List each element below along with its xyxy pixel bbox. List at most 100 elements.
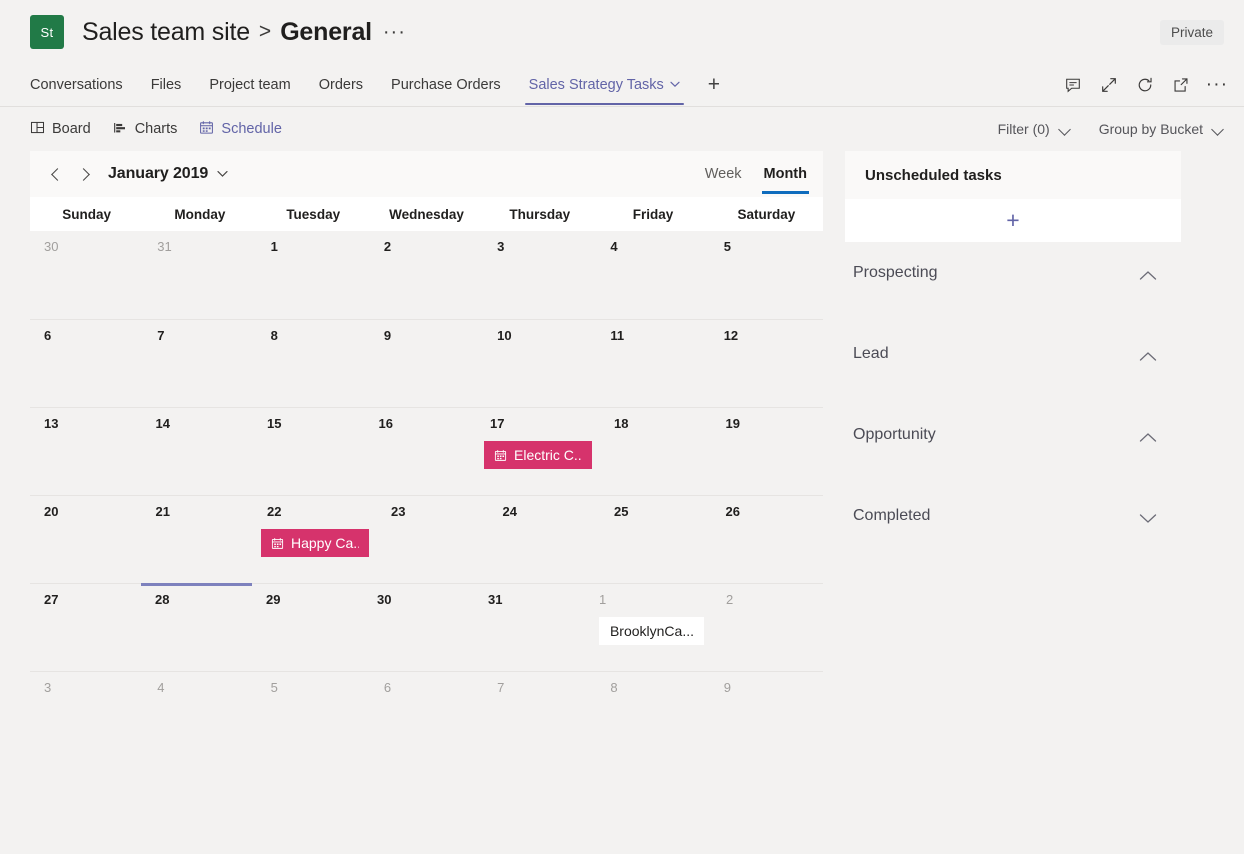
more-icon[interactable]: ··· xyxy=(1206,74,1228,96)
calendar-day-cell[interactable]: 23 xyxy=(377,496,489,583)
refresh-icon[interactable] xyxy=(1134,74,1156,96)
tab-purchase-orders[interactable]: Purchase Orders xyxy=(377,64,515,106)
task-chip[interactable]: Electric C... xyxy=(484,441,592,469)
calendar-day-cell[interactable]: 12 xyxy=(710,320,823,407)
day-number: 3 xyxy=(497,239,588,254)
filter-button[interactable]: Filter (0) xyxy=(998,121,1071,137)
task-chip-label: BrooklynCa... xyxy=(610,623,694,639)
view-schedule[interactable]: Schedule xyxy=(199,120,281,139)
calendar-day-cell[interactable]: 9 xyxy=(710,672,823,759)
calendar-day-cell[interactable]: 1 xyxy=(257,231,370,319)
day-number: 6 xyxy=(44,328,135,343)
month-picker-chevron-down-icon[interactable] xyxy=(217,165,228,183)
add-tab-button[interactable]: + xyxy=(694,64,734,106)
bucket-group[interactable]: Lead xyxy=(845,323,1181,404)
calendar-day-cell[interactable]: 30 xyxy=(30,231,143,319)
bucket-name: Lead xyxy=(853,345,889,363)
period-month[interactable]: Month xyxy=(764,151,807,197)
day-number: 29 xyxy=(266,592,355,607)
calendar-day-cell[interactable]: 26 xyxy=(712,496,824,583)
teams-planner-app: St Sales team site > General ··· Private… xyxy=(0,0,1244,854)
calendar-day-cell[interactable]: 17Electric C... xyxy=(476,408,600,495)
chevron-down-icon[interactable] xyxy=(1137,507,1159,529)
calendar-day-cell[interactable]: 19 xyxy=(712,408,824,495)
expand-icon[interactable] xyxy=(1098,74,1120,96)
tab-files[interactable]: Files xyxy=(137,64,196,106)
chevron-up-icon[interactable] xyxy=(1137,426,1159,448)
chevron-down-icon xyxy=(1213,124,1224,135)
day-number: 11 xyxy=(610,328,701,343)
calendar-day-cell[interactable]: 24 xyxy=(489,496,601,583)
calendar-day-cell[interactable]: 22Happy Ca... xyxy=(253,496,377,583)
day-number: 7 xyxy=(157,328,248,343)
view-board[interactable]: Board xyxy=(30,120,91,139)
day-number: 1 xyxy=(271,239,362,254)
calendar-day-cell[interactable]: 5 xyxy=(257,672,370,759)
calendar-day-cell[interactable]: 21 xyxy=(142,496,254,583)
previous-month-button[interactable] xyxy=(44,161,70,187)
open-in-new-icon[interactable] xyxy=(1170,74,1192,96)
calendar-day-cell[interactable]: 4 xyxy=(596,231,709,319)
day-number: 8 xyxy=(271,328,362,343)
calendar-day-cell[interactable]: 1BrooklynCa... xyxy=(585,584,712,671)
task-chip[interactable]: BrooklynCa... xyxy=(599,617,704,645)
calendar-day-cell[interactable]: 6 xyxy=(30,320,143,407)
calendar-day-cell[interactable]: 15 xyxy=(253,408,365,495)
calendar-day-cell[interactable]: 4 xyxy=(143,672,256,759)
calendar-day-cell[interactable]: 31 xyxy=(474,584,585,671)
calendar-day-cell[interactable]: 18 xyxy=(600,408,712,495)
calendar-day-cell[interactable]: 8 xyxy=(257,320,370,407)
calendar-day-cell[interactable]: 9 xyxy=(370,320,483,407)
calendar-day-cell[interactable]: 28 xyxy=(141,584,252,671)
period-week[interactable]: Week xyxy=(705,151,742,197)
calendar-day-cell[interactable]: 10 xyxy=(483,320,596,407)
tab-orders[interactable]: Orders xyxy=(305,64,377,106)
schedule-icon xyxy=(494,449,507,462)
chevron-up-icon[interactable] xyxy=(1137,345,1159,367)
day-number: 9 xyxy=(724,680,815,695)
header-more-icon[interactable]: ··· xyxy=(383,27,406,37)
group-by-button[interactable]: Group by Bucket xyxy=(1099,121,1224,137)
bucket-group[interactable]: Prospecting xyxy=(845,242,1181,323)
day-number: 28 xyxy=(155,592,244,607)
chevron-up-icon[interactable] xyxy=(1137,264,1159,286)
calendar-day-cell[interactable]: 25 xyxy=(600,496,712,583)
breadcrumb-site-name[interactable]: Sales team site xyxy=(82,18,250,47)
calendar-day-cell[interactable]: 5 xyxy=(710,231,823,319)
calendar-day-cell[interactable]: 16 xyxy=(365,408,477,495)
unscheduled-tasks-title: Unscheduled tasks xyxy=(845,151,1181,199)
next-month-button[interactable] xyxy=(70,161,96,187)
day-number: 16 xyxy=(379,416,469,431)
tab-sales-strategy-tasks[interactable]: Sales Strategy Tasks xyxy=(515,64,694,106)
calendar-day-cell[interactable]: 3 xyxy=(30,672,143,759)
calendar-day-cell[interactable]: 29 xyxy=(252,584,363,671)
calendar-day-cell[interactable]: 7 xyxy=(143,320,256,407)
tab-conversations[interactable]: Conversations xyxy=(30,64,137,106)
calendar-day-cell[interactable]: 27 xyxy=(30,584,141,671)
calendar-day-cell[interactable]: 6 xyxy=(370,672,483,759)
calendar-day-cell[interactable]: 2 xyxy=(370,231,483,319)
calendar-day-cell[interactable]: 20 xyxy=(30,496,142,583)
calendar-day-cell[interactable]: 2 xyxy=(712,584,823,671)
view-charts[interactable]: Charts xyxy=(113,120,178,139)
calendar-day-cell[interactable]: 3 xyxy=(483,231,596,319)
tab-project-team[interactable]: Project team xyxy=(195,64,304,106)
calendar-day-cell[interactable]: 7 xyxy=(483,672,596,759)
calendar-day-cell[interactable]: 8 xyxy=(596,672,709,759)
planner-filters: Filter (0) Group by Bucket xyxy=(998,121,1224,137)
calendar-day-cell[interactable]: 11 xyxy=(596,320,709,407)
bucket-name: Opportunity xyxy=(853,426,936,444)
bucket-group[interactable]: Opportunity xyxy=(845,404,1181,485)
calendar-day-cell[interactable]: 13 xyxy=(30,408,142,495)
add-task-button[interactable]: + xyxy=(845,199,1181,242)
bucket-group[interactable]: Completed xyxy=(845,485,1181,566)
calendar-day-cell[interactable]: 30 xyxy=(363,584,474,671)
chevron-down-icon[interactable] xyxy=(670,80,680,91)
calendar-week-row: 27 28 29 30311BrooklynCa...2 xyxy=(30,583,823,671)
day-number: 6 xyxy=(384,680,475,695)
calendar-day-cell[interactable]: 14 xyxy=(142,408,254,495)
view-board-label: Board xyxy=(52,121,91,137)
calendar-day-cell[interactable]: 31 xyxy=(143,231,256,319)
task-chip[interactable]: Happy Ca... xyxy=(261,529,369,557)
chat-icon[interactable] xyxy=(1062,74,1084,96)
